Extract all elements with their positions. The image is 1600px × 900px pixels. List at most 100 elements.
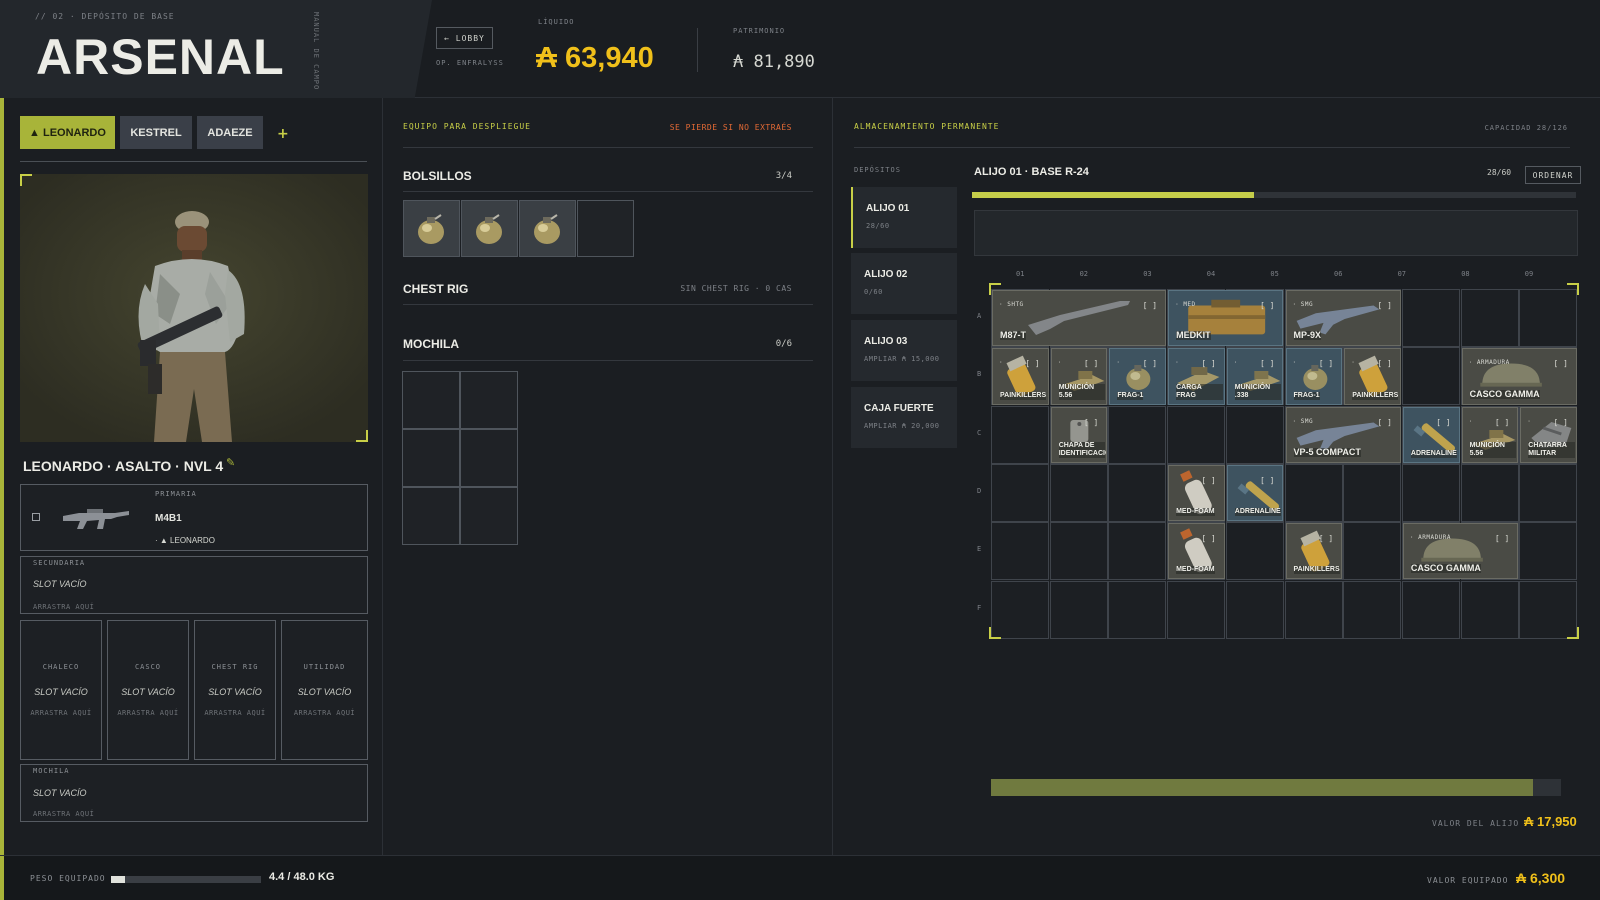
stash-item[interactable]: [ ] ADRENALINE xyxy=(1226,464,1284,522)
grid-cell[interactable] xyxy=(1401,463,1460,522)
grid-cell[interactable] xyxy=(991,405,1049,464)
tab-adaeze[interactable]: ADAEZE xyxy=(197,116,263,149)
pocket-slot[interactable] xyxy=(577,200,634,257)
stash-item[interactable]: · [ ] FRAG-1 xyxy=(1109,348,1167,405)
backpack-cell[interactable] xyxy=(402,371,460,429)
grid-cell[interactable] xyxy=(1519,463,1578,522)
stash-alijo-03[interactable]: ALIJO 03 AMPLIAR ₳ 15,000 xyxy=(851,320,957,381)
backpack-cell[interactable] xyxy=(402,487,460,545)
stash-item[interactable]: · [ ] PAINKILLERS xyxy=(1344,348,1401,405)
grid-cell[interactable] xyxy=(1167,580,1226,639)
item-name: MEDKIT xyxy=(1176,330,1211,341)
backpack-cell[interactable] xyxy=(402,429,460,487)
backpack-slot[interactable]: MOCHILA SLOT VACÍO ARRASTRA AQUÍ xyxy=(20,764,368,822)
weapon-owner: · ▲ LEONARDO xyxy=(155,536,215,545)
grid-column-label: 03 xyxy=(1143,270,1152,278)
backpack-cell[interactable] xyxy=(460,371,518,429)
stash-item[interactable]: · MED [ ] MEDKIT xyxy=(1168,290,1284,347)
loss-warning: SE PIERDE SI NO EXTRAÉS xyxy=(669,123,792,132)
stash-item[interactable]: · [ ] MUNICIÓN .338 xyxy=(1226,348,1284,405)
operator-panel: ▲ LEONARDO KESTREL ADAEZE + LEONARDO · A… xyxy=(4,98,383,855)
pencil-icon[interactable]: ✎ xyxy=(226,456,235,469)
helmet-slot[interactable]: CASCO SLOT VACÍO ARRASTRA AQUÍ xyxy=(107,620,189,760)
stash-item[interactable]: · [ ] FRAG-1 xyxy=(1285,348,1343,405)
secondary-weapon-slot[interactable]: SECUNDARIA SLOT VACÍO ARRASTRA AQUÍ xyxy=(20,556,368,614)
grenade-icon xyxy=(476,214,502,244)
drop-zone[interactable] xyxy=(974,210,1578,256)
pocket-slot[interactable] xyxy=(403,200,460,257)
stash-item[interactable]: [ ] MED-FOAM xyxy=(1168,523,1225,580)
stash-scrollbar[interactable] xyxy=(991,779,1561,796)
stash-item[interactable]: · SHTG [ ] M87-T xyxy=(992,290,1167,347)
stash-item[interactable]: · ARMADURA [ ] CASCO GAMMA xyxy=(1461,348,1577,405)
grid-cell[interactable] xyxy=(1225,580,1284,639)
grid-corner xyxy=(1567,627,1579,639)
item-name: PAINKILLERS xyxy=(1293,566,1340,575)
stash-item[interactable]: · SMG [ ] MP-9X xyxy=(1285,290,1401,347)
chest-rig-slot[interactable]: CHEST RIG SLOT VACÍO ARRASTRA AQUÍ xyxy=(194,620,276,760)
grid-cell[interactable] xyxy=(1049,580,1108,639)
grid-cell[interactable] xyxy=(1108,405,1167,464)
pocket-slot[interactable] xyxy=(461,200,518,257)
stash-alijo-02[interactable]: ALIJO 02 0/60 xyxy=(851,253,957,314)
grid-cell[interactable] xyxy=(1284,580,1343,639)
drag-hint: ARRASTRA AQUÍ xyxy=(33,603,95,611)
stash-item[interactable]: [ ] ADRENALINE xyxy=(1402,406,1460,463)
grid-cell[interactable] xyxy=(1460,289,1519,347)
item-category: · xyxy=(1468,417,1473,425)
backpack-cell[interactable] xyxy=(460,487,518,545)
grid-cell[interactable] xyxy=(1108,580,1167,639)
stash-item[interactable]: · SMG [ ] VP-5 COMPACT xyxy=(1285,406,1401,463)
grid-column-label: 02 xyxy=(1079,270,1089,278)
tab-kestrel[interactable]: KESTREL xyxy=(120,116,192,149)
stash-safe-box[interactable]: CAJA FUERTE AMPLIAR ₳ 20,000 xyxy=(851,387,957,448)
stash-item[interactable]: · [ ] CHATARRA MILITAR xyxy=(1520,406,1577,463)
grid-column-label: 07 xyxy=(1397,270,1407,278)
item-category: · xyxy=(1233,359,1238,367)
backpack-cell[interactable] xyxy=(460,429,518,487)
grid-cell[interactable] xyxy=(1519,522,1578,581)
grid-cell[interactable] xyxy=(1049,522,1108,581)
grid-cell[interactable] xyxy=(991,522,1049,581)
grid-cell[interactable] xyxy=(1343,463,1402,522)
stash-item[interactable]: · [ ] MUNICIÓN 5.56 xyxy=(1461,406,1519,463)
grid-row-label: E xyxy=(977,545,982,554)
grid-cell[interactable] xyxy=(1343,580,1402,639)
stash-item[interactable]: · ARMADURA [ ] CASCO GAMMA xyxy=(1402,523,1519,580)
stash-item[interactable]: · [ ] PAINKILLERS xyxy=(992,348,1049,405)
primary-weapon-slot[interactable]: PRIMARIA M4B1 · ▲ LEONARDO xyxy=(20,484,368,551)
grid-cell[interactable] xyxy=(1167,405,1226,464)
grid-cell[interactable] xyxy=(1108,463,1167,522)
grid-cell[interactable] xyxy=(1401,580,1460,639)
lobby-button[interactable]: ← LOBBY xyxy=(436,27,493,49)
stash-item[interactable]: · [ ] MUNICIÓN 5.56 xyxy=(1050,348,1108,405)
grid-cell[interactable] xyxy=(1049,463,1108,522)
tab-leonardo[interactable]: ▲ LEONARDO xyxy=(20,116,115,149)
arsenal-screen: // 02 · DEPÓSITO DE BASE ARSENAL MANUAL … xyxy=(0,0,1600,900)
grid-cell[interactable] xyxy=(1284,463,1343,522)
grid-cell[interactable] xyxy=(1460,580,1519,639)
grid-cell[interactable] xyxy=(1401,347,1460,406)
vest-slot[interactable]: CHALECO SLOT VACÍO ARRASTRA AQUÍ xyxy=(20,620,102,760)
grid-row-label: F xyxy=(977,603,982,612)
stash-item[interactable]: [ ] CHAPA DE IDENTIFICACIÓN xyxy=(1050,406,1108,463)
scrollbar-thumb[interactable] xyxy=(991,779,1533,796)
stash-item[interactable]: · [ ] CARGA FRAG xyxy=(1168,348,1225,405)
grid-cell[interactable] xyxy=(1225,522,1284,581)
weight-label: PESO EQUIPADO xyxy=(30,874,106,883)
grid-cell[interactable] xyxy=(1519,289,1578,347)
grid-cell[interactable] xyxy=(1108,522,1167,581)
grid-cell[interactable] xyxy=(1401,289,1460,347)
grid-cell[interactable] xyxy=(991,463,1049,522)
sort-button[interactable]: ORDENAR xyxy=(1525,166,1581,184)
grid-cell[interactable] xyxy=(1343,522,1402,581)
stash-item[interactable]: [ ] MED-FOAM xyxy=(1168,464,1225,522)
stash-item[interactable]: [ ] PAINKILLERS xyxy=(1285,523,1343,580)
utility-slot[interactable]: UTILIDAD SLOT VACÍO ARRASTRA AQUÍ xyxy=(281,620,368,760)
stash-alijo-01[interactable]: ALIJO 01 28/60 xyxy=(851,187,957,248)
add-operator-button[interactable]: + xyxy=(277,126,289,142)
pocket-slot[interactable] xyxy=(519,200,576,257)
grid-cell[interactable] xyxy=(1225,405,1284,464)
grid-cell[interactable] xyxy=(1460,463,1519,522)
select-checkbox[interactable] xyxy=(32,513,40,521)
